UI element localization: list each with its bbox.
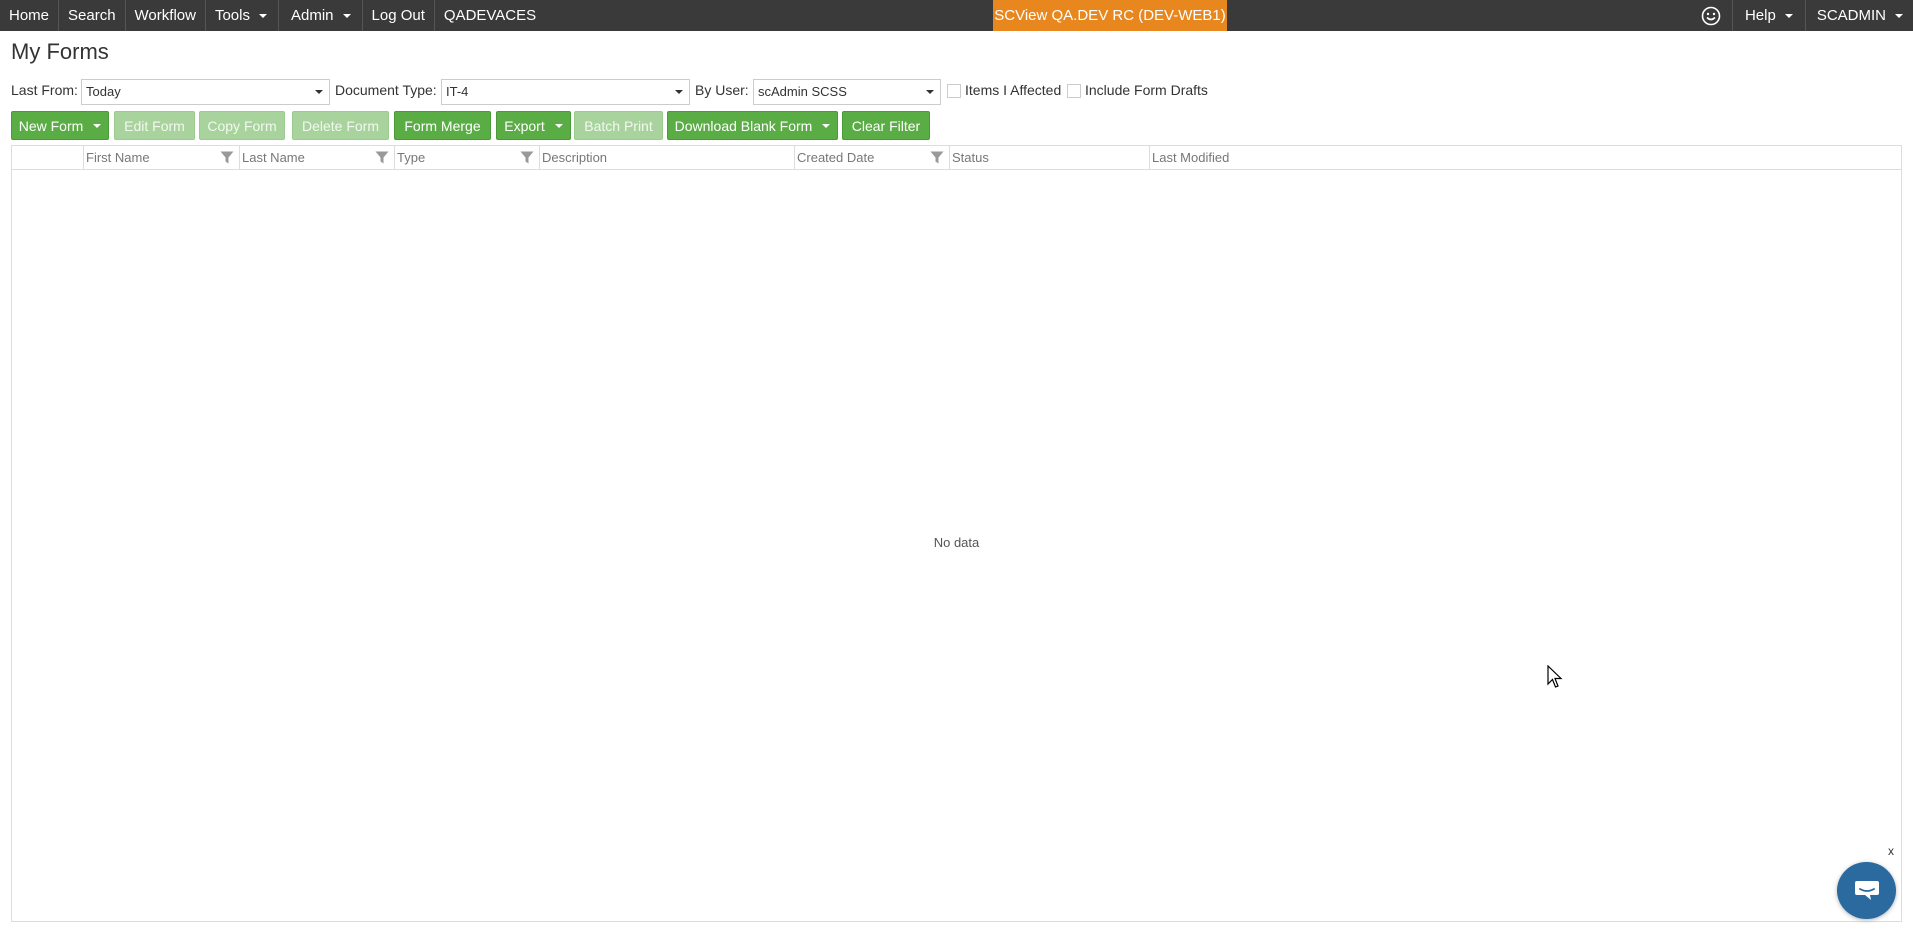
chat-button[interactable] (1837, 862, 1896, 919)
new-form-button[interactable]: New Form (11, 111, 109, 140)
nav-right: Help SCADMIN (1694, 0, 1913, 31)
nav-user-menu[interactable]: SCADMIN (1804, 0, 1913, 31)
last-from-select[interactable]: Today (81, 79, 330, 105)
column-select[interactable] (12, 146, 83, 169)
document-type-value: IT-4 (446, 84, 469, 99)
chevron-down-icon (822, 123, 831, 128)
last-from-value: Today (86, 84, 121, 99)
smiley-icon[interactable] (1694, 0, 1728, 31)
nav-search-label: Search (68, 7, 116, 24)
chat-icon (1854, 880, 1879, 900)
nav-home-label: Home (9, 7, 50, 24)
edit-form-label: Edit Form (124, 117, 185, 134)
nav-instance-label: QADEVACES (443, 7, 537, 24)
chevron-down-icon (93, 123, 102, 128)
chevron-down-icon (1784, 13, 1793, 18)
items-affected-checkbox[interactable] (947, 84, 961, 98)
nav-search[interactable]: Search (59, 0, 126, 31)
by-user-select[interactable]: scAdmin SCSS (753, 79, 941, 105)
export-label: Export (504, 117, 545, 134)
document-type-select[interactable]: IT-4 (441, 79, 690, 105)
forms-grid: First Name Last Name Type Description Cr… (11, 145, 1902, 922)
column-status[interactable]: Status (949, 146, 1149, 169)
nav-workflow[interactable]: Workflow (126, 0, 206, 31)
copy-form-button[interactable]: Copy Form (199, 111, 285, 140)
nav-home[interactable]: Home (0, 0, 60, 31)
nav-admin[interactable]: Admin (279, 0, 363, 31)
export-button[interactable]: Export (496, 111, 571, 140)
nav-workflow-label: Workflow (134, 7, 196, 24)
environment-badge: SCView QA.DEV RC (DEV-WEB1) (993, 0, 1227, 31)
filter-icon[interactable] (930, 151, 944, 164)
last-from-label: Last From: (11, 82, 78, 98)
form-merge-button[interactable]: Form Merge (394, 111, 491, 140)
filter-icon[interactable] (520, 151, 534, 164)
column-created-date[interactable]: Created Date (794, 146, 949, 169)
batch-print-label: Batch Print (584, 117, 653, 134)
chevron-down-icon (258, 13, 267, 18)
clear-filter-button[interactable]: Clear Filter (842, 111, 930, 140)
chat-close-button[interactable]: x (1888, 844, 1894, 858)
column-last-modified-label: Last Modified (1152, 150, 1230, 165)
delete-form-button[interactable]: Delete Form (292, 111, 389, 140)
nav-tools[interactable]: Tools (206, 0, 279, 31)
column-created-date-label: Created Date (797, 150, 875, 165)
column-first-name[interactable]: First Name (83, 146, 239, 169)
download-blank-form-button[interactable]: Download Blank Form (667, 111, 838, 140)
nav-help-label: Help (1744, 7, 1776, 24)
chevron-down-icon (554, 123, 563, 128)
nav-logout[interactable]: Log Out (363, 0, 435, 31)
delete-form-label: Delete Form (301, 117, 380, 134)
new-form-label: New Form (18, 117, 84, 134)
column-description[interactable]: Description (539, 146, 794, 169)
column-first-name-label: First Name (86, 150, 150, 165)
column-type-label: Type (397, 150, 426, 165)
dropdown-arrow-icon (675, 90, 683, 94)
filter-icon[interactable] (220, 151, 234, 164)
top-nav: Home Search Workflow Tools Admin Log Out… (0, 0, 1913, 31)
items-affected-label: Items I Affected (965, 82, 1062, 98)
nav-logout-label: Log Out (371, 7, 425, 24)
edit-form-button[interactable]: Edit Form (114, 111, 195, 140)
chevron-down-icon (342, 13, 351, 18)
column-last-name[interactable]: Last Name (239, 146, 394, 169)
filter-icon[interactable] (375, 151, 389, 164)
download-blank-form-label: Download Blank Form (674, 117, 813, 134)
no-data-message: No data (933, 535, 980, 550)
column-description-label: Description (542, 150, 608, 165)
nav-tools-label: Tools (214, 7, 250, 24)
column-last-modified[interactable]: Last Modified (1149, 146, 1901, 169)
form-merge-label: Form Merge (404, 117, 481, 134)
dropdown-arrow-icon (926, 90, 934, 94)
environment-label: SCView QA.DEV RC (DEV-WEB1) (994, 7, 1226, 24)
nav-admin-label: Admin (290, 7, 334, 24)
nav-instance[interactable]: QADEVACES (435, 0, 545, 31)
include-drafts-label: Include Form Drafts (1085, 82, 1208, 98)
dropdown-arrow-icon (315, 90, 323, 94)
nav-user-label: SCADMIN (1816, 7, 1886, 24)
page-title: My Forms (11, 39, 109, 64)
mouse-cursor-icon (1547, 665, 1563, 688)
column-last-name-label: Last Name (242, 150, 305, 165)
batch-print-button[interactable]: Batch Print (574, 111, 663, 140)
column-status-label: Status (952, 150, 989, 165)
clear-filter-label: Clear Filter (851, 117, 921, 134)
nav-help[interactable]: Help (1731, 0, 1805, 31)
column-type[interactable]: Type (394, 146, 539, 169)
by-user-label: By User: (695, 82, 749, 98)
include-drafts-checkbox[interactable] (1067, 84, 1081, 98)
by-user-value: scAdmin SCSS (758, 84, 847, 99)
document-type-label: Document Type: (335, 82, 437, 98)
grid-header: First Name Last Name Type Description Cr… (12, 146, 1901, 170)
copy-form-label: Copy Form (207, 117, 277, 134)
chevron-down-icon (1895, 13, 1903, 18)
